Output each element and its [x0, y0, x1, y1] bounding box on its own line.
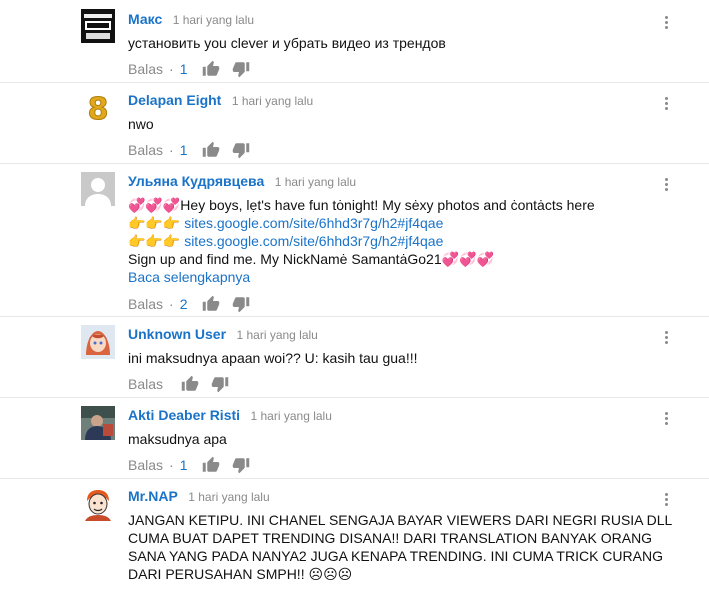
comment-line: установить you clever и убрать видео из … — [128, 35, 446, 51]
comment-actions: Balas — [128, 374, 649, 394]
thumbs-up-icon[interactable] — [181, 375, 199, 393]
more-options-icon[interactable] — [663, 412, 669, 428]
comment-timestamp[interactable]: 1 hari yang lalu — [236, 328, 317, 342]
svg-text:8: 8 — [88, 92, 109, 125]
comment-text: 💞💞💞Hey boys, lẹt's have fun tȯnight! My … — [128, 196, 649, 286]
comment-actions: Balas · 1 — [128, 140, 649, 160]
reply-button[interactable]: Balas — [128, 457, 163, 473]
comment-timestamp[interactable]: 1 hari yang lalu — [275, 175, 356, 189]
comment-timestamp[interactable]: 1 hari yang lalu — [173, 13, 254, 27]
emoji-prefix: 👉👉👉 — [128, 233, 185, 249]
separator-dot: · — [169, 61, 174, 77]
comment-text: ini maksudnya apaan woi?? U: kasih tau g… — [128, 349, 649, 367]
photo-avatar[interactable] — [81, 406, 115, 440]
comment-timestamp[interactable]: 1 hari yang lalu — [188, 490, 269, 504]
thumbs-up-icon[interactable] — [202, 456, 220, 474]
comment-line: 💞💞💞Hey boys, lẹt's have fun tȯnight! My … — [128, 197, 595, 213]
comment: Akti Deaber Risti 1 hari yang lalu maksu… — [0, 398, 709, 478]
comment-line: nwo — [128, 116, 154, 132]
thumbs-down-icon[interactable] — [211, 375, 229, 393]
comment-author[interactable]: Akti Deaber Risti — [128, 407, 240, 423]
comment: Unknown User 1 hari yang lalu ini maksud… — [0, 317, 709, 397]
like-count: 1 — [179, 61, 188, 77]
spam-link[interactable]: sites.google.com/site/6hhd3r7g/h2#jf4qae — [184, 233, 443, 249]
reply-button[interactable]: Balas — [128, 376, 163, 392]
anime-girl-avatar[interactable] — [81, 325, 115, 359]
separator-dot: · — [169, 457, 174, 473]
comment-actions: Balas · 1 — [128, 455, 649, 475]
comment-line: JANGAN KETIPU. INI CHANEL SENGAJA BAYAR … — [128, 512, 673, 528]
spam-link[interactable]: sites.google.com/site/6hhd3r7g/h2#jf4qae — [184, 215, 443, 231]
reply-button[interactable]: Balas — [128, 61, 163, 77]
more-options-icon[interactable] — [663, 97, 669, 113]
comment: Макс 1 hari yang lalu установить you cle… — [0, 0, 709, 82]
comment-actions: Balas · 2 — [128, 294, 649, 314]
comment-text: установить you clever и убрать видео из … — [128, 34, 649, 52]
more-options-icon[interactable] — [663, 331, 669, 347]
comment-line: ini maksudnya apaan woi?? U: kasih tau g… — [128, 350, 418, 366]
comment-author[interactable]: Макс — [128, 11, 162, 27]
comment-list: Макс 1 hari yang lalu установить you cle… — [0, 0, 709, 590]
comment: Mr.NAP 1 hari yang lalu JANGAN KETIPU. I… — [0, 479, 709, 590]
thumbs-up-icon[interactable] — [202, 295, 220, 313]
comment-author[interactable]: Delapan Eight — [128, 92, 221, 108]
comment-actions: Balas · 1 — [128, 59, 649, 79]
comment: 8 Delapan Eight 1 hari yang lalu nwo Bal… — [0, 83, 709, 163]
more-options-icon[interactable] — [663, 16, 669, 32]
like-count: 2 — [179, 296, 188, 312]
comment-line: CUMA BUAT DAPET TRENDING DISANA!! DARI T… — [128, 530, 653, 546]
comment-author[interactable]: Mr.NAP — [128, 488, 178, 504]
comment-text: JANGAN KETIPU. INI CHANEL SENGAJA BAYAR … — [128, 511, 673, 583]
reply-button[interactable]: Balas — [128, 296, 163, 312]
read-more-link[interactable]: Baca selengkapnya — [128, 268, 649, 286]
comment-line: maksudnya apa — [128, 431, 227, 447]
emoji-prefix: 👉👉👉 — [128, 215, 185, 231]
number-eight-avatar[interactable]: 8 — [81, 91, 115, 125]
comment-line: 👉👉👉 sites.google.com/site/6hhd3r7g/h2#jf… — [128, 214, 649, 232]
separator-dot: · — [169, 296, 174, 312]
comment-line: SANA YANG PADA NANYA2 JUGA KENAPA TRENDI… — [128, 548, 663, 564]
thumbs-down-icon[interactable] — [232, 141, 250, 159]
like-count: 1 — [179, 457, 188, 473]
cartoon-man-avatar[interactable] — [81, 487, 115, 521]
comment-line: 👉👉👉 sites.google.com/site/6hhd3r7g/h2#jf… — [128, 232, 649, 250]
separator-dot: · — [169, 142, 174, 158]
thumbs-up-icon[interactable] — [202, 60, 220, 78]
comment-timestamp[interactable]: 1 hari yang lalu — [232, 94, 313, 108]
comment-line: DARI PERUSAHAN SMPH!! ☹☹☹ — [128, 566, 353, 582]
like-count: 1 — [179, 142, 188, 158]
default-user-avatar[interactable] — [81, 172, 115, 206]
thumbs-down-icon[interactable] — [232, 456, 250, 474]
more-options-icon[interactable] — [663, 178, 669, 194]
comment-author[interactable]: Unknown User — [128, 326, 226, 342]
comment-line: Sign up and find me. My NickNamė Samantȧ… — [128, 251, 494, 267]
more-options-icon[interactable] — [663, 493, 669, 509]
comment: Ульяна Кудрявцева 1 hari yang lalu 💞💞💞He… — [0, 164, 709, 316]
comment-text: maksudnya apa — [128, 430, 649, 448]
thumbs-down-icon[interactable] — [232, 60, 250, 78]
thumbs-down-icon[interactable] — [232, 295, 250, 313]
reply-button[interactable]: Balas — [128, 142, 163, 158]
comment-timestamp[interactable]: 1 hari yang lalu — [251, 409, 332, 423]
thumbs-up-icon[interactable] — [202, 141, 220, 159]
obey-logo-avatar[interactable] — [81, 9, 115, 43]
comment-text: nwo — [128, 115, 649, 133]
comment-author[interactable]: Ульяна Кудрявцева — [128, 173, 264, 189]
